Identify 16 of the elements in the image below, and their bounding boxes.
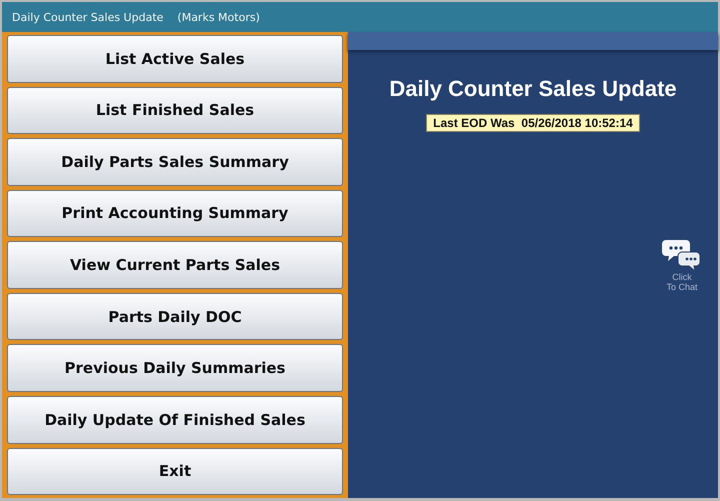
- menu-button[interactable]: List Active Sales: [7, 35, 343, 83]
- chat-bubbles-icon[interactable]: [662, 238, 702, 272]
- menu-button[interactable]: Previous Daily Summaries: [7, 344, 343, 392]
- menu-button[interactable]: List Finished Sales: [7, 86, 343, 134]
- window-subtitle: (Marks Motors): [177, 10, 260, 24]
- menu-button[interactable]: View Current Parts Sales: [7, 241, 343, 289]
- last-eod-label: Last EOD Was 05/26/2018 10:52:14: [426, 114, 640, 132]
- menu-button[interactable]: Parts Daily DOC: [7, 292, 343, 340]
- chat-label[interactable]: Click: [672, 272, 692, 282]
- menu-button[interactable]: Print Accounting Summary: [7, 190, 343, 238]
- page-heading: Daily Counter Sales Update: [389, 76, 677, 102]
- chat-label[interactable]: To Chat: [666, 282, 698, 292]
- window-title: Daily Counter Sales Update: [12, 10, 164, 24]
- menu-button[interactable]: Daily Parts Sales Summary: [7, 138, 343, 186]
- menu-button[interactable]: Daily Update Of Finished Sales: [7, 396, 343, 444]
- menu-button[interactable]: Exit: [7, 448, 343, 496]
